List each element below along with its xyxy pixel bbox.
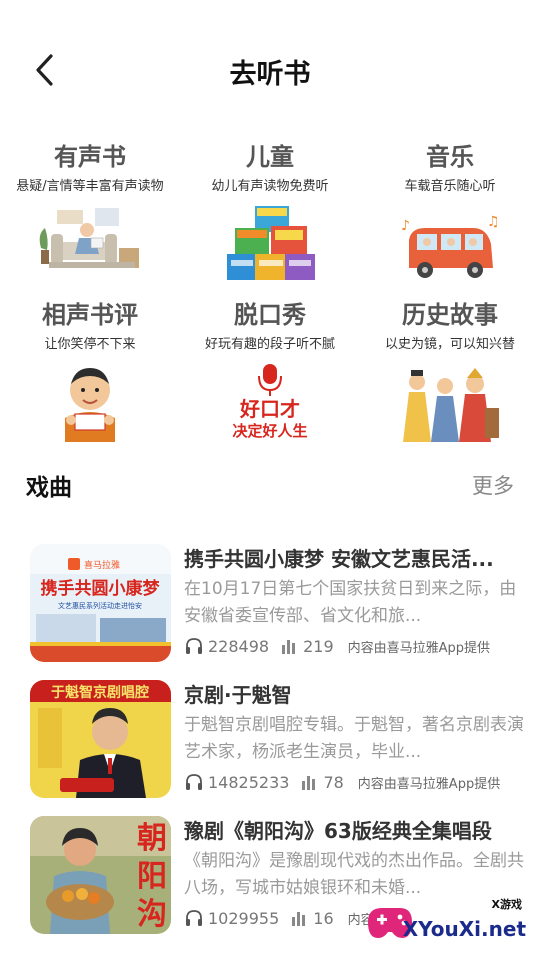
album-info: 携手共圆小康梦 安徽文艺惠民活... 在10月17日第七个国家扶贫日到来之际，由… (184, 544, 524, 658)
category-subtitle: 让你笑停不下来 (44, 337, 136, 352)
thumb-char-1: 朝 (137, 821, 167, 856)
category-subtitle: 幼儿有声读物免费听 (211, 179, 329, 194)
category-crosstalk[interactable]: 相声书评 让你笑停不下来 (0, 298, 180, 442)
thumb-char-3: 沟 (137, 897, 167, 932)
track-bars-icon (282, 640, 296, 654)
headphones-icon (186, 638, 202, 654)
watermark-small: X游戏 (492, 897, 522, 911)
ancient-figures-icon (395, 362, 505, 442)
talkshow-art-line2: 决定好人生 (232, 422, 307, 440)
track-count: 219 (303, 636, 334, 656)
play-count: 14825233 (208, 772, 290, 792)
svg-text:♪: ♪ (401, 218, 410, 234)
content-source: 内容由喜马拉雅App提供 (357, 776, 501, 792)
children-books-icon (215, 204, 325, 284)
thumb-headline: 携手共圆小康梦 (41, 578, 161, 599)
thumb-sub: 文艺惠民系列活动走进怡安 (58, 601, 142, 610)
comedian-icon (35, 362, 145, 442)
category-subtitle: 以史为镜，可以知兴替 (384, 337, 515, 352)
category-subtitle: 悬疑/言情等丰富有声读物 (16, 179, 164, 194)
svg-text:♫: ♫ (487, 214, 500, 230)
music-car-icon: ♪ ♫ ♪ (395, 204, 505, 284)
play-count: 228498 (208, 636, 270, 656)
album-title: 京剧·于魁智 (184, 683, 292, 707)
list-item[interactable]: 喜马拉雅 携手共圆小康梦 文艺惠民系列活动走进怡安 携手共圆小康梦 安徽文艺惠民… (0, 536, 540, 662)
album-info: 京剧·于魁智 于魁智京剧唱腔专辑。于魁智，著名京剧表演艺术家，杨派老生演员，毕业… (184, 680, 524, 794)
track-count: 16 (313, 908, 334, 928)
category-subtitle: 好玩有趣的段子听不腻 (204, 337, 335, 352)
page-title: 去听书 (229, 59, 311, 90)
category-title: 音乐 (426, 143, 474, 171)
reading-person-icon (35, 204, 145, 284)
album-meta: 14825233 78 内容由喜马拉雅App提供 (184, 770, 524, 794)
track-count: 78 (323, 772, 344, 792)
headphones-icon (186, 774, 202, 790)
category-talkshow[interactable]: 脱口秀 好玩有趣的段子听不腻 好口才 决定好人生 (180, 298, 360, 442)
more-link[interactable]: 更多 (472, 470, 514, 500)
play-count: 1029955 (208, 908, 280, 928)
category-audiobook[interactable]: 有声书 悬疑/言情等丰富有声读物 (0, 140, 180, 284)
content-source: 内容由喜马拉雅App提供 (347, 640, 491, 656)
watermark-big: XYouXi.net (403, 917, 527, 941)
watermark: X游戏 XYouXi.net (362, 892, 532, 948)
section-title: 戏曲 (26, 475, 72, 501)
microphone-icon: 好口才 决定好人生 (215, 362, 325, 442)
album-description: 于魁智京剧唱腔专辑。于魁智，著名京剧表演艺术家，杨派老生演员，毕业... (184, 715, 524, 762)
category-children[interactable]: 儿童 幼儿有声读物免费听 (180, 140, 360, 284)
track-bars-icon (302, 776, 316, 790)
category-title: 儿童 (246, 143, 294, 171)
thumb-char-2: 阳 (137, 859, 167, 894)
header: 去听书 (0, 0, 540, 140)
category-title: 相声书评 (42, 301, 138, 329)
album-description: 在10月17日第七个国家扶贫日到来之际，由安徽省委宣传部、省文化和旅... (184, 579, 517, 626)
headphones-icon (186, 910, 202, 926)
album-cover: 朝 阳 沟 (30, 816, 171, 934)
category-title: 有声书 (54, 143, 126, 171)
category-title: 历史故事 (402, 301, 498, 329)
category-history[interactable]: 历史故事 以史为镜，可以知兴替 (360, 298, 540, 442)
section-header: 戏曲 更多 (0, 462, 540, 506)
album-cover: 于魁智京剧唱腔 (30, 680, 171, 798)
album-title: 豫剧《朝阳沟》63版经典全集唱段 (184, 819, 492, 843)
talkshow-art-line1: 好口才 (239, 397, 300, 421)
list-item[interactable]: 于魁智京剧唱腔 京剧·于魁智 于魁智京剧唱腔专辑。于魁智，著名京剧表演艺术家，杨… (0, 672, 540, 798)
category-music[interactable]: 音乐 车载音乐随心听 ♪ ♫ ♪ (360, 140, 540, 284)
thumb-headline: 于魁智京剧唱腔 (51, 684, 149, 701)
album-cover: 喜马拉雅 携手共圆小康梦 文艺惠民系列活动走进怡安 (30, 544, 171, 662)
category-title: 脱口秀 (234, 301, 306, 329)
track-bars-icon (292, 912, 306, 926)
thumb-logo: 喜马拉雅 (84, 559, 120, 571)
album-title: 携手共圆小康梦 安徽文艺惠民活... (184, 547, 494, 571)
category-subtitle: 车载音乐随心听 (404, 179, 496, 194)
album-meta: 228498 219 内容由喜马拉雅App提供 (184, 634, 524, 658)
